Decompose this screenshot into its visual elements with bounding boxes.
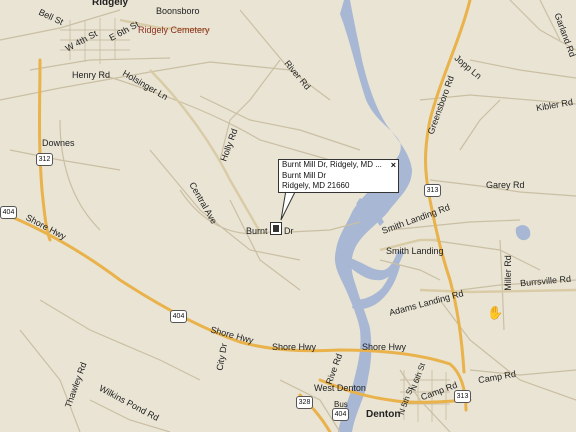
road-label-shore-hwy-right2: Shore Hwy [362,342,407,352]
town-label-west-denton: West Denton [314,383,366,393]
road-label-garey-rd: Garey Rd [486,180,525,190]
road-label-dr: Dr [284,226,294,236]
hand-cursor-icon: ✋ [487,305,504,320]
route-313-shield-south: 313 [454,390,471,403]
route-312-shield: 312 [36,153,53,166]
road-label-burnt: Burnt [246,226,268,236]
route-312 [38,58,52,242]
location-pin-icon[interactable] [270,222,282,235]
poi-ridgely-cemetery: Ridgely Cemetery [138,25,210,35]
town-label-smith-landing: Smith Landing [386,246,444,256]
popup-city-zip: Ridgely, MD 21660 [282,181,350,190]
road-label-shore-hwy-right1: Shore Hwy [272,342,317,352]
road-label-henry-rd: Henry Rd [72,70,111,80]
pond [515,225,531,241]
popup-title: Burnt Mill Dr, Ridgely, MD ... [282,160,382,169]
route-404-shield-mid: 404 [170,310,187,323]
popup-close-button[interactable]: × [391,160,396,170]
popup-street: Burnt Mill Dr [282,171,327,180]
town-label-boonsboro: Boonsboro [156,6,200,16]
town-label-downes: Downes [42,138,75,148]
route-404-shield-west: 404 [0,206,17,219]
road-label-miller-rd: Miller Rd [502,255,513,291]
route-313-shield-north: 313 [424,184,441,197]
location-info-popup: Burnt Mill Dr, Ridgely, MD ... × Burnt M… [278,159,399,193]
map-canvas[interactable]: Ridgely Boonsboro Ridgely Cemetery Downe… [0,0,576,432]
town-label-denton: Denton [366,409,401,420]
route-328-shield: 328 [296,396,313,409]
town-label-ridgely: Ridgely [92,0,129,8]
route-404-bus-shield: 404 [332,408,349,421]
